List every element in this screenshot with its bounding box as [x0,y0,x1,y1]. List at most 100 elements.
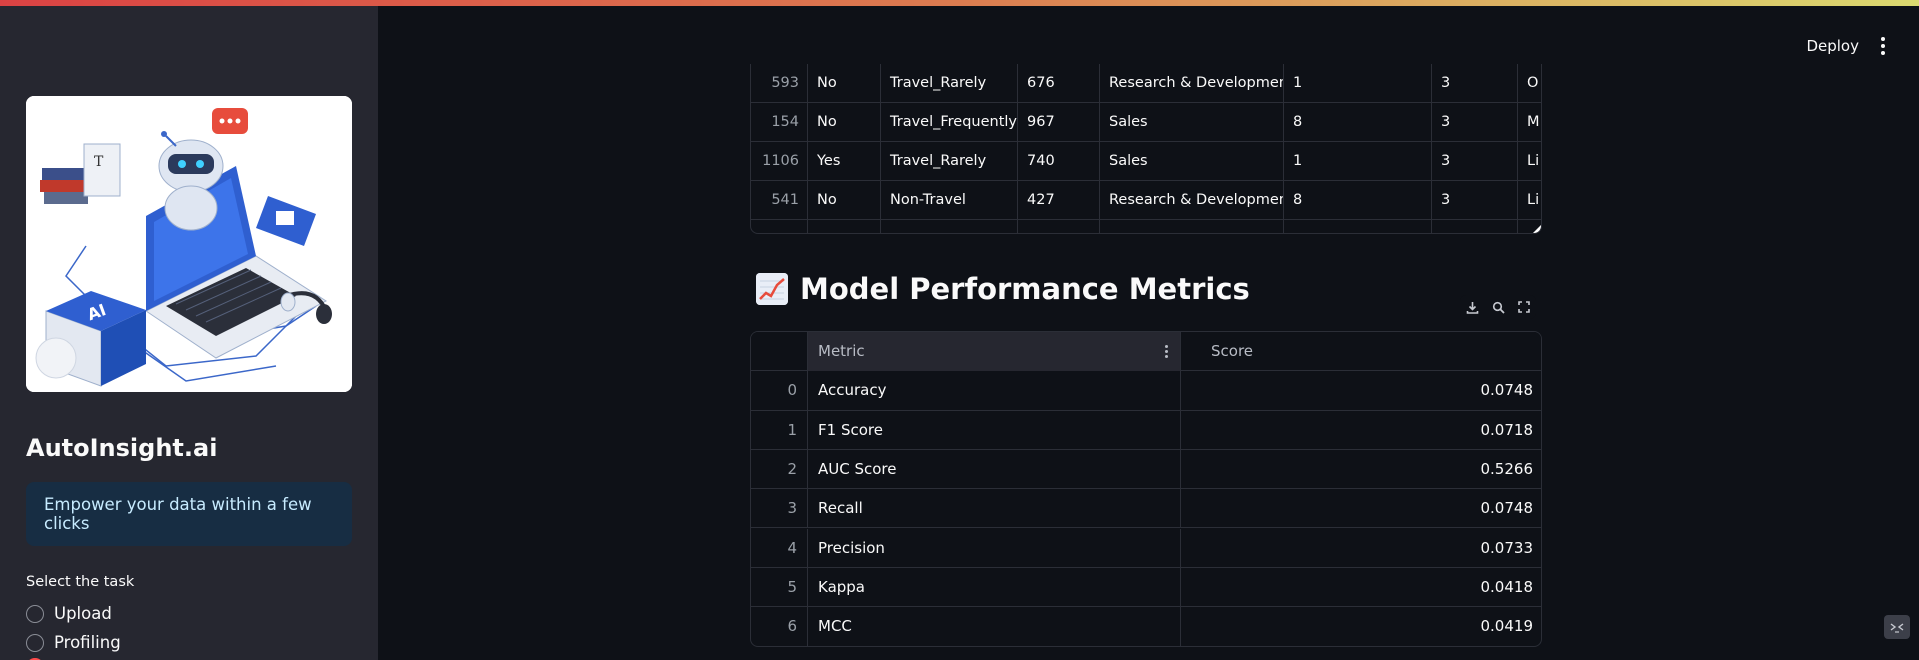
score-cell: 0.0733 [1480,538,1534,557]
table-cell-empty [808,220,881,233]
table-row: 0 Accuracy 0.0748 [751,371,1541,411]
score-cell: 0.0419 [1480,617,1534,636]
radio-button-icon[interactable] [26,604,44,623]
table-cell: Travel_Frequently [881,103,1018,142]
table-row: 593 No Travel_Rarely 676 Research & Deve… [751,64,1541,103]
tagline-text: Empower your data within a few clicks [44,495,312,533]
table-row: 1 F1 Score 0.0718 [751,410,1541,450]
column-header-metric[interactable]: Metric [808,332,1181,371]
search-icon[interactable] [1490,299,1506,315]
row-index: 0 [751,371,808,411]
row-index: 154 [751,103,808,142]
metric-name-cell: Kappa [808,567,1181,607]
table-cell: Travel_Rarely [881,64,1018,103]
table-row: 4 Precision 0.0733 [751,528,1541,568]
metric-name-cell: AUC Score [808,449,1181,489]
hero-illustration: T AI [26,96,352,392]
ai-illustration-icon: T AI [26,96,352,392]
metrics-section-header: Model Performance Metrics [756,272,1250,306]
metric-name-cell: MCC [808,607,1181,646]
column-header-label: Score [1211,342,1254,360]
row-index: 6 [751,607,808,646]
table-row: 2 AUC Score 0.5266 [751,449,1541,490]
row-index: 541 [751,181,808,220]
table-cell: 676 [1018,64,1100,103]
table-cell: 8 [1284,103,1432,142]
table-cell: 1 [1284,64,1432,103]
tagline-info-box: Empower your data within a few clicks [26,482,352,546]
table-cell: 427 [1018,181,1100,220]
task-select-label: Select the task [26,574,135,590]
header-index-cell [751,332,808,371]
table-cell-empty [1432,220,1518,233]
table-cell: 967 [1018,103,1100,142]
column-header-label: Metric [818,342,865,360]
metric-name-cell: F1 Score [808,410,1181,450]
dataset-preview-table[interactable]: 593 No Travel_Rarely 676 Research & Deve… [750,64,1542,234]
score-cell: 0.0748 [1480,381,1534,400]
table-cell: Yes [808,142,881,181]
table-cell: No [808,64,881,103]
row-index: 1106 [751,142,808,181]
table-cell: 8 [1284,181,1432,220]
status-widget-icon[interactable] [1884,615,1910,639]
row-index: 3 [751,489,808,529]
table-cell: Research & Development [1100,181,1284,220]
table-cell: Non-Travel [881,181,1018,220]
score-cell: 0.0718 [1480,420,1534,439]
table-toolbar [1460,295,1536,319]
table-row: 6 MCC 0.0419 [751,607,1541,646]
table-row: 1106 Yes Travel_Rarely 740 Sales 1 3 Li [751,142,1541,181]
table-row: 3 Recall 0.0748 [751,489,1541,529]
svg-text:T: T [94,154,104,170]
row-index: 2 [751,449,808,489]
score-cell: 0.0748 [1480,499,1534,518]
chart-increasing-icon [756,273,788,305]
table-cell: 3 [1432,64,1518,103]
row-index: 5 [751,567,808,607]
task-radio-upload[interactable]: Upload [26,604,112,623]
table-row: 541 No Non-Travel 427 Research & Develop… [751,181,1541,220]
table-row: 154 No Travel_Frequently 967 Sales 8 3 M [751,103,1541,142]
table-cell-empty [751,220,808,233]
table-cell-empty [1284,220,1432,233]
table-cell-empty [881,220,1018,233]
table-row: 5 Kappa 0.0418 [751,567,1541,608]
table-cell: 3 [1432,181,1518,220]
table-cell: Research & Development [1100,64,1284,103]
table-cell: 3 [1432,103,1518,142]
column-header-score[interactable]: Score [1181,332,1541,371]
row-index: 593 [751,64,808,103]
table-cell: Sales [1100,103,1284,142]
radio-label: Profiling [54,633,121,652]
metrics-table[interactable]: Metric Score 0 Accuracy 0.0748 1 F1 Scor… [750,331,1542,647]
table-header-row: Metric Score [751,332,1541,372]
table-cell: No [808,103,881,142]
table-cell: Li [1527,153,1540,169]
fullscreen-icon[interactable] [1516,299,1532,315]
table-row-partial [751,220,1541,233]
table-cell: 3 [1432,142,1518,181]
task-radio-profiling[interactable]: Profiling [26,633,121,652]
row-index: 1 [751,410,808,450]
download-icon[interactable] [1464,299,1480,315]
column-menu-icon[interactable] [1165,345,1168,358]
radio-label: Upload [54,604,112,623]
row-index: 4 [751,528,808,568]
table-cell: O [1527,75,1539,91]
table-cell: No [808,181,881,220]
metric-name-cell: Accuracy [808,371,1181,411]
app-header-actions: Deploy [1806,26,1919,66]
table-cell: Travel_Rarely [881,142,1018,181]
table-cell: Sales [1100,142,1284,181]
metric-name-cell: Precision [808,528,1181,568]
app-title: AutoInsight.ai [26,434,218,462]
sidebar: T AI AutoInsight.ai Empower your data wi… [0,6,378,660]
resize-handle-icon[interactable] [1533,225,1541,233]
deploy-button[interactable]: Deploy [1806,37,1859,55]
kebab-icon[interactable] [1881,37,1885,55]
section-title: Model Performance Metrics [800,272,1250,306]
table-cell: Li [1527,192,1540,208]
table-cell: 1 [1284,142,1432,181]
radio-button-icon[interactable] [26,633,44,652]
